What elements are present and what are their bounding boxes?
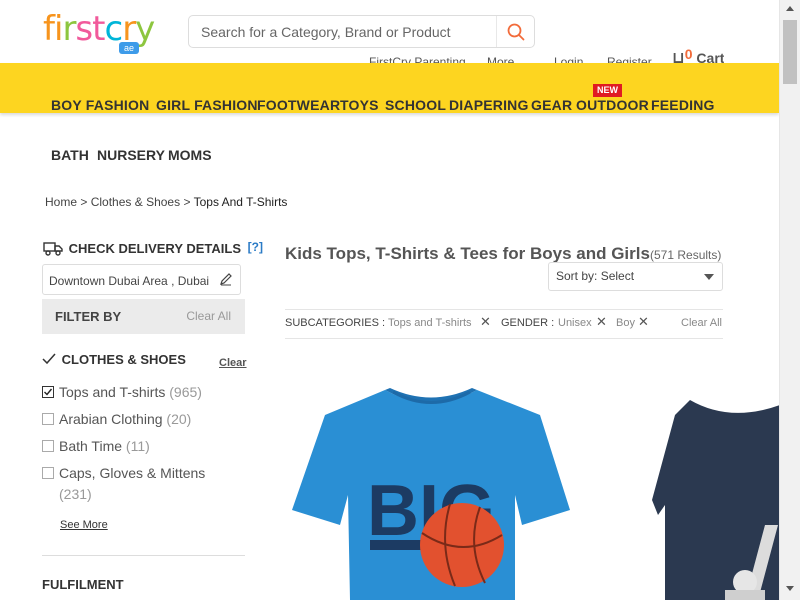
nav-boy-fashion[interactable]: BOY FASHION bbox=[51, 97, 149, 113]
breadcrumb-separator: > bbox=[183, 195, 191, 209]
see-more-link[interactable]: See More bbox=[60, 519, 108, 531]
option-count-wrap: (231) bbox=[59, 486, 92, 502]
breadcrumb-current: Tops And T-Shirts bbox=[193, 195, 288, 209]
option-count: (11) bbox=[125, 438, 150, 454]
search-bar bbox=[188, 15, 535, 48]
new-badge: NEW bbox=[593, 84, 622, 97]
product-card[interactable] bbox=[650, 395, 780, 600]
scroll-up-arrow-icon[interactable] bbox=[786, 6, 794, 11]
remove-filter-icon[interactable]: ✕ bbox=[480, 314, 491, 330]
scroll-down-arrow-icon[interactable] bbox=[786, 586, 794, 591]
section-title: CLOTHES & SHOES bbox=[61, 352, 186, 367]
option-count: (965) bbox=[169, 384, 202, 400]
nav-moms[interactable]: MOMS bbox=[168, 147, 212, 163]
nav-diapering[interactable]: DIAPERING bbox=[449, 97, 529, 113]
applied-filter-value: Unisex bbox=[558, 317, 592, 329]
checkbox-checked[interactable] bbox=[42, 386, 54, 398]
section-clear-link[interactable]: Clear bbox=[219, 357, 247, 369]
option-label: Tops and T-shirts bbox=[59, 384, 166, 400]
nav-toys[interactable]: TOYS bbox=[340, 97, 379, 113]
applied-filter-value: Tops and T-shirts bbox=[388, 317, 472, 329]
logo-letter: f bbox=[43, 9, 55, 49]
checkbox[interactable] bbox=[42, 440, 54, 452]
breadcrumb: Home > Clothes & Shoes > Tops And T-Shir… bbox=[45, 195, 287, 209]
filter-option-caps[interactable]: Caps, Gloves & Mittens bbox=[42, 465, 205, 481]
product-card[interactable]: BIG bbox=[290, 385, 572, 600]
breadcrumb-separator: > bbox=[80, 195, 88, 209]
firstcry-logo[interactable]: firstcry ae bbox=[43, 12, 158, 56]
logo-letter: r bbox=[62, 9, 76, 49]
option-label: Arabian Clothing bbox=[59, 411, 163, 427]
search-button[interactable] bbox=[496, 16, 534, 47]
nav-bath[interactable]: BATH bbox=[51, 147, 89, 163]
fulfilment-section-header[interactable]: FULFILMENT bbox=[42, 577, 124, 592]
nav-girl-fashion[interactable]: GIRL FASHION bbox=[156, 97, 258, 113]
breadcrumb-clothes[interactable]: Clothes & Shoes bbox=[91, 195, 180, 209]
logo-country-badge: ae bbox=[119, 42, 140, 54]
search-input[interactable] bbox=[201, 23, 491, 41]
checkmark-icon bbox=[44, 388, 53, 396]
logo-letter: t bbox=[92, 9, 105, 49]
search-icon bbox=[507, 23, 524, 40]
logo-letter: c bbox=[104, 9, 123, 49]
cart-link[interactable]: ⊔0 Cart bbox=[672, 48, 724, 64]
option-label: Caps, Gloves & Mittens bbox=[59, 465, 206, 481]
results-count: (571 Results) bbox=[650, 248, 722, 262]
sort-by-label: Sort by: Select bbox=[556, 269, 634, 283]
filter-by-bar: FILTER BY Clear All bbox=[42, 299, 245, 334]
nav-gear[interactable]: GEAR bbox=[531, 97, 572, 113]
nav-nursery[interactable]: NURSERY bbox=[97, 147, 165, 163]
cart-count: 0 bbox=[684, 48, 693, 62]
delivery-title: CHECK DELIVERY DETAILS bbox=[68, 241, 242, 256]
remove-filter-icon[interactable]: ✕ bbox=[638, 314, 649, 330]
remove-filter-icon[interactable]: ✕ bbox=[596, 314, 607, 330]
gender-label: GENDER : bbox=[501, 317, 555, 329]
logo-letter: y bbox=[135, 9, 155, 49]
cart-label: Cart bbox=[696, 50, 725, 64]
checkbox[interactable] bbox=[42, 467, 54, 479]
page-title: Kids Tops, T-Shirts & Tees for Boys and … bbox=[285, 244, 650, 263]
scrollbar-thumb[interactable] bbox=[783, 20, 797, 84]
option-label: Bath Time bbox=[59, 438, 123, 454]
product-image-blue-tshirt[interactable]: BIG bbox=[290, 385, 572, 600]
delivery-help-link[interactable]: [?] bbox=[248, 240, 263, 254]
truck-icon bbox=[43, 242, 63, 256]
filter-by-title: FILTER BY bbox=[55, 309, 122, 324]
logo-letter: r bbox=[122, 9, 136, 49]
applied-filter-value: Boy bbox=[616, 317, 635, 329]
location-value: Downtown Dubai Area , Dubai bbox=[49, 274, 210, 288]
sort-by-dropdown[interactable]: Sort by: Select bbox=[548, 262, 723, 291]
divider bbox=[42, 555, 245, 556]
delivery-details: CHECK DELIVERY DETAILS [?] bbox=[43, 240, 263, 256]
page-scrollbar[interactable] bbox=[779, 0, 800, 600]
option-count: (231) bbox=[59, 486, 92, 502]
location-field[interactable]: Downtown Dubai Area , Dubai bbox=[42, 264, 241, 295]
cart-icon: ⊔ bbox=[672, 50, 685, 64]
clear-all-applied-filters[interactable]: Clear All bbox=[681, 317, 722, 329]
nav-footwear[interactable]: FOOTWEAR bbox=[257, 97, 340, 113]
dropdown-arrow-icon bbox=[704, 274, 714, 280]
applied-filters-row: SUBCATEGORIES : Tops and T-shirts ✕ GEND… bbox=[285, 309, 723, 339]
clothes-shoes-section-header[interactable]: CLOTHES & SHOES bbox=[42, 352, 186, 367]
filter-option-tops[interactable]: Tops and T-shirts (965) bbox=[42, 384, 202, 400]
logo-letter: i bbox=[53, 9, 64, 49]
nav-school[interactable]: SCHOOL bbox=[385, 97, 446, 113]
logo-letter: s bbox=[75, 9, 93, 49]
logo-text: firstcry bbox=[43, 12, 158, 46]
nav-outdoor[interactable]: OUTDOOR bbox=[576, 97, 649, 113]
filter-option-bath-time[interactable]: Bath Time (11) bbox=[42, 438, 150, 454]
product-image-navy-tshirt[interactable] bbox=[650, 395, 780, 600]
nav-feeding[interactable]: FEEDING bbox=[651, 97, 715, 113]
clear-all-filters[interactable]: Clear All bbox=[186, 309, 231, 323]
sort-value: Select bbox=[600, 269, 635, 283]
sort-label: Sort by: bbox=[556, 269, 598, 283]
pencil-icon[interactable] bbox=[219, 272, 233, 286]
checkmark-icon bbox=[42, 353, 56, 365]
breadcrumb-home[interactable]: Home bbox=[45, 195, 77, 209]
filter-option-arabian[interactable]: Arabian Clothing (20) bbox=[42, 411, 191, 427]
option-count: (20) bbox=[166, 411, 192, 427]
checkbox[interactable] bbox=[42, 413, 54, 425]
subcategories-label: SUBCATEGORIES : bbox=[285, 317, 386, 329]
